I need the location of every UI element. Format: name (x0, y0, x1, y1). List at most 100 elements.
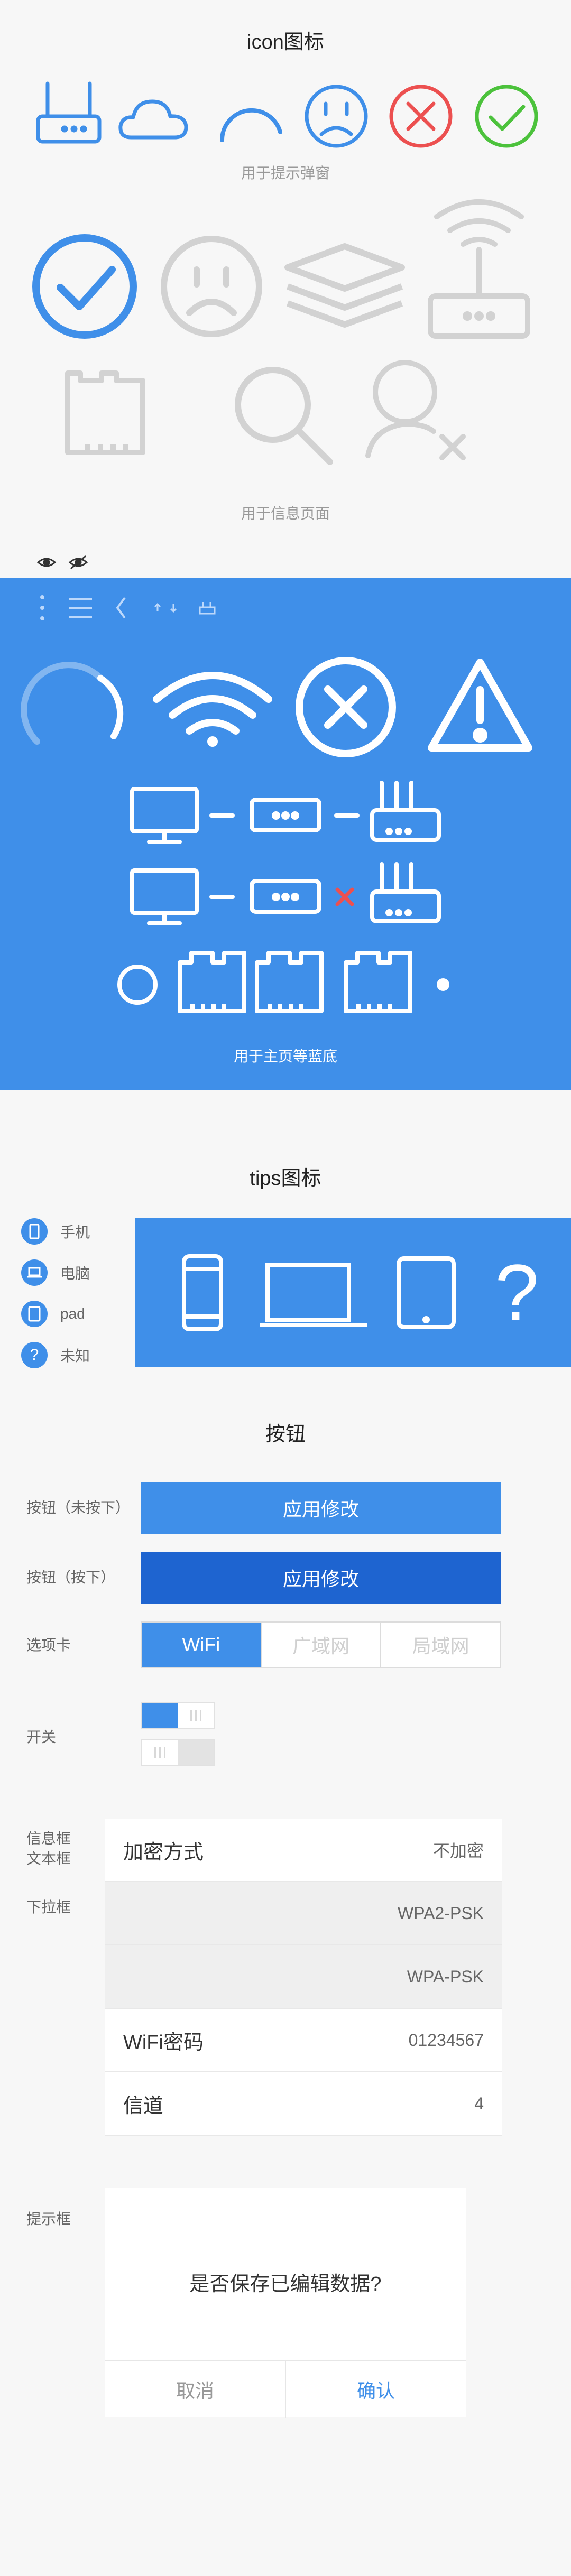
router-wifi-gray-icon (428, 199, 530, 339)
question-large-icon: ? (495, 1248, 539, 1337)
phone-icon (21, 1218, 48, 1245)
tip-label: pad (60, 1305, 85, 1322)
info-box-label-line2: 文本框 (26, 1850, 71, 1867)
network-connected-row (130, 781, 441, 844)
more-vertical-icon (40, 595, 44, 620)
dialog-message: 是否保存已编辑数据? (189, 2273, 382, 2295)
cancel-button[interactable]: 取消 (105, 2361, 286, 2418)
computer-icon (130, 787, 199, 844)
switch-label: 开关 (26, 1729, 57, 1745)
ethernet-port-icon (344, 951, 412, 1013)
disconnect-x-icon (335, 887, 354, 906)
question-icon: ? (21, 1342, 48, 1368)
switch-knob (178, 1703, 214, 1728)
ethernet-port-icon (178, 951, 246, 1013)
ports-row (117, 951, 449, 1013)
info-box-label: 信息框 文本框 (26, 1829, 71, 1869)
tab-wan[interactable]: 广域网 (260, 1623, 381, 1667)
tablet-large-icon (397, 1256, 456, 1329)
tab-bar: WiFi 广域网 局域网 (141, 1621, 501, 1668)
switch-fill (142, 1703, 178, 1728)
option-label: WPA2-PSK (398, 1903, 484, 1923)
channel-value: 4 (474, 2093, 484, 2113)
loading-icon (219, 108, 282, 142)
tabs-label: 选项卡 (26, 1637, 71, 1653)
encryption-row[interactable]: 加密方式 不加密 (105, 1819, 502, 1882)
tab-lan[interactable]: 局域网 (380, 1623, 500, 1667)
router-white-icon (250, 879, 321, 914)
laptop-large-icon (260, 1263, 367, 1327)
router-icon (36, 81, 102, 144)
search-gray-icon (235, 367, 333, 465)
sad-face-gray-icon (161, 236, 262, 337)
question-glyph: ? (30, 1346, 39, 1364)
router-antennas-icon (370, 862, 441, 923)
tablet-icon (21, 1301, 48, 1327)
ethernet-port-gray-icon (65, 370, 145, 455)
home-blue-panel: 用于主页等蓝底 (0, 578, 571, 1090)
option-label: WPA-PSK (407, 1967, 484, 1986)
tips-title: tips图标 (250, 1167, 321, 1190)
tip-laptop: 电脑 (21, 1258, 90, 1287)
tips-devices-panel: ? (135, 1218, 571, 1367)
eye-icon (37, 558, 57, 567)
phone-large-icon (182, 1254, 223, 1331)
dialog-label: 提示框 (26, 2211, 71, 2227)
ethernet-port-icon (255, 951, 324, 1013)
tip-phone: 手机 (21, 1217, 90, 1246)
network-disconnected-row (130, 862, 441, 925)
computer-icon (130, 868, 199, 925)
blue-panel-icons (21, 595, 532, 1013)
popup-caption: 用于提示弹窗 (241, 165, 330, 181)
loading-white-icon (21, 662, 124, 745)
sort-arrows-icon (154, 603, 177, 613)
mini-router-icon (199, 602, 216, 615)
icons-title: icon图标 (247, 31, 324, 53)
back-arrow-icon (116, 597, 126, 619)
toggle-switch-on[interactable] (141, 1702, 215, 1729)
confirm-dialog: 是否保存已编辑数据? 取消 确认 (105, 2188, 466, 2418)
warning-white-icon (428, 659, 532, 752)
toggle-switch-off[interactable] (141, 1739, 215, 1766)
button-pressed-label: 按钮（按下） (26, 1569, 116, 1586)
eye-off-icon (68, 555, 88, 570)
settings-list: 加密方式 不加密 WPA2-PSK WPA-PSK WiFi密码 0123456… (105, 1819, 502, 2136)
dropdown-option[interactable]: WPA-PSK (105, 1945, 502, 2009)
button-normal-label: 按钮（未按下） (26, 1499, 131, 1516)
info-box-label-line1: 信息框 (26, 1830, 71, 1847)
wifi-white-icon (153, 672, 272, 747)
info-icons-group (32, 199, 530, 465)
tip-label: 手机 (60, 1224, 90, 1240)
tab-wifi[interactable]: WiFi (142, 1623, 261, 1667)
user-remove-gray-icon (365, 360, 466, 460)
sad-face-icon (305, 85, 368, 148)
switch-knob (142, 1740, 178, 1765)
dropdown-option[interactable]: WPA2-PSK (105, 1882, 502, 1945)
check-circle-icon (32, 234, 137, 339)
tip-label: 电脑 (60, 1265, 90, 1282)
encryption-label: 加密方式 (123, 1841, 204, 1864)
success-icon (475, 85, 538, 148)
tip-unknown: ? 未知 (21, 1340, 90, 1370)
apply-changes-button-pressed[interactable]: 应用修改 (141, 1552, 501, 1604)
apply-changes-button[interactable]: 应用修改 (141, 1482, 501, 1534)
cloud-icon (118, 99, 188, 140)
info-caption: 用于信息页面 (241, 505, 330, 522)
router-antennas-icon (370, 781, 441, 842)
error-icon (389, 85, 453, 148)
popup-icons-row (36, 81, 538, 148)
layers-icon (284, 243, 405, 328)
channel-label: 信道 (123, 2095, 164, 2117)
dialog-actions: 取消 确认 (105, 2360, 466, 2418)
status-dot (437, 978, 449, 991)
channel-row[interactable]: 信道 4 (105, 2072, 502, 2136)
dropdown-label: 下拉框 (26, 1899, 71, 1915)
confirm-button[interactable]: 确认 (286, 2361, 466, 2418)
tip-pad: pad (21, 1299, 85, 1329)
close-circle-white-icon (296, 657, 396, 757)
laptop-icon (21, 1259, 48, 1286)
wifi-password-value: 01234567 (408, 2030, 484, 2050)
router-white-icon (250, 798, 321, 832)
wifi-password-row[interactable]: WiFi密码 01234567 (105, 2009, 502, 2072)
blue-caption: 用于主页等蓝底 (233, 1048, 337, 1064)
